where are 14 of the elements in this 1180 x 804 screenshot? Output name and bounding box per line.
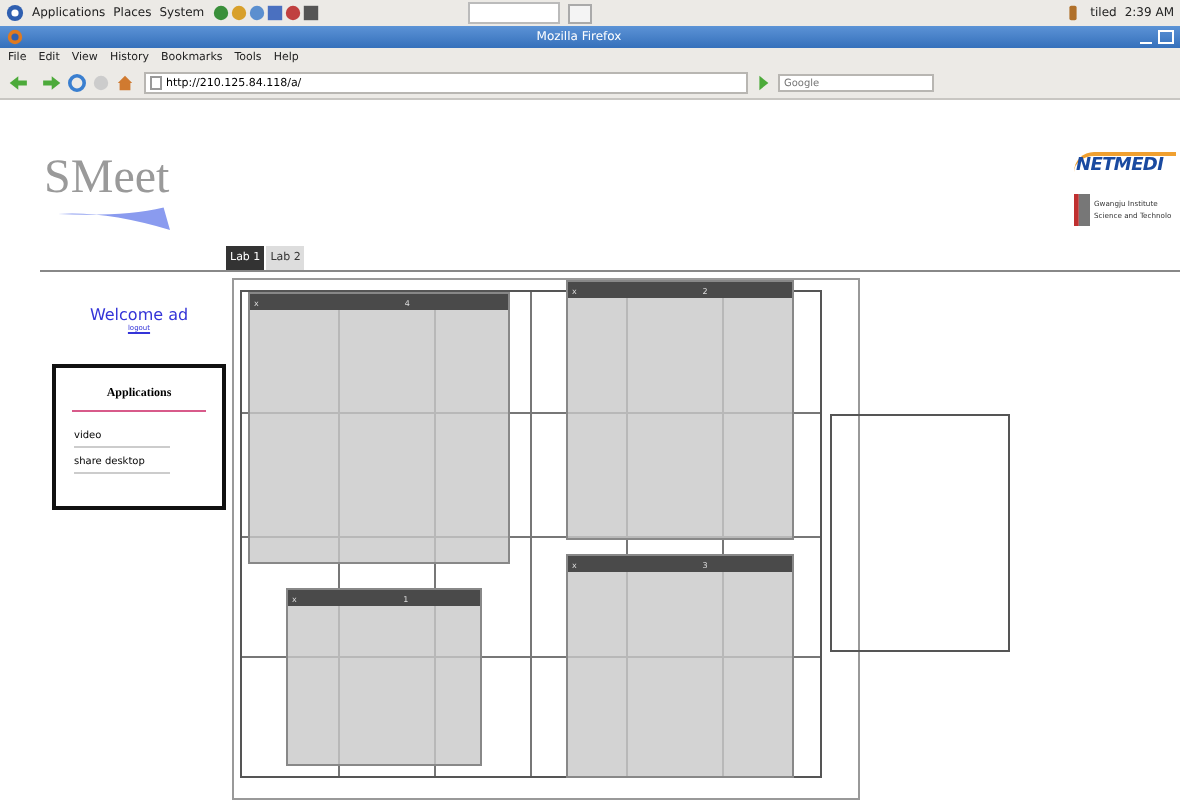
home-icon[interactable] (116, 74, 134, 92)
notification-icon[interactable] (1064, 4, 1083, 22)
forward-icon[interactable] (38, 74, 62, 92)
smeet-logo: SMeet (44, 154, 184, 230)
launcher-icons[interactable] (212, 4, 321, 22)
back-icon[interactable] (8, 74, 32, 92)
welcome-text: Welcome ad (89, 306, 189, 324)
reload-icon[interactable] (68, 74, 86, 92)
netmedia-logo: NETMEDI (1074, 152, 1176, 176)
institute-logo-icon (1074, 192, 1090, 228)
maximize-icon[interactable] (1158, 30, 1174, 44)
firefox-icon (6, 28, 24, 46)
go-icon[interactable] (754, 74, 772, 92)
panel-applet (468, 2, 561, 24)
